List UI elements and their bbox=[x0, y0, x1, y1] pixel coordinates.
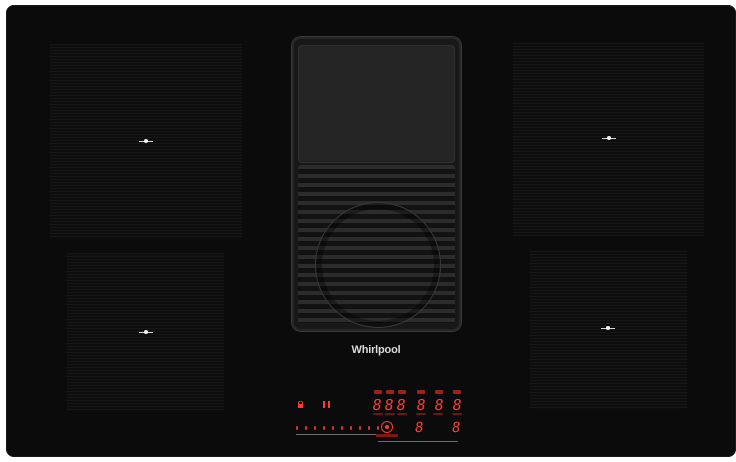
timer-indicator-dot bbox=[416, 413, 426, 415]
cooking-zone-front-right[interactable] bbox=[530, 251, 687, 409]
power-level-display[interactable]: 8 bbox=[451, 396, 463, 414]
brand-logo: Whirlpool bbox=[351, 344, 401, 356]
timer-indicator-dot bbox=[385, 413, 395, 415]
zone-center-marker-icon bbox=[139, 330, 153, 334]
timer-indicator-dot bbox=[433, 413, 443, 415]
fan-button-icon[interactable] bbox=[382, 422, 392, 432]
extractor-grille-icon bbox=[298, 165, 455, 323]
zone-indicator-dot bbox=[398, 390, 406, 394]
slider-step[interactable] bbox=[323, 426, 325, 430]
slider-step[interactable] bbox=[368, 426, 370, 430]
touch-control-panel: 8 8 8 8 8 8 8 8 bbox=[290, 384, 470, 444]
slider-step[interactable] bbox=[305, 426, 307, 430]
hood-label-mark bbox=[376, 434, 398, 437]
slider-step[interactable] bbox=[332, 426, 334, 430]
vent-cover[interactable] bbox=[298, 45, 455, 163]
zone-indicator-dot bbox=[417, 390, 425, 394]
cooking-zone-rear-right[interactable] bbox=[513, 43, 704, 236]
slider-step[interactable] bbox=[350, 426, 352, 430]
timer-indicator-dot bbox=[397, 413, 407, 415]
slider-step[interactable] bbox=[341, 426, 343, 430]
zone-center-marker-icon bbox=[601, 326, 615, 330]
slider-track bbox=[296, 434, 384, 435]
slider-step[interactable] bbox=[359, 426, 361, 430]
power-level-display[interactable]: 8 bbox=[433, 396, 445, 414]
timer-indicator-dot bbox=[452, 413, 462, 415]
timer-indicator-dot bbox=[373, 413, 383, 415]
extractor-vent[interactable] bbox=[292, 37, 461, 331]
hood-level-display[interactable]: 8 bbox=[413, 420, 425, 436]
zone-indicator-dot bbox=[453, 390, 461, 394]
power-level-display[interactable]: 8 bbox=[415, 396, 427, 414]
slider-step[interactable] bbox=[314, 426, 316, 430]
power-level-display[interactable]: 8 bbox=[383, 396, 395, 414]
zone-center-marker-icon bbox=[602, 136, 616, 140]
power-level-display[interactable]: 8 bbox=[395, 396, 407, 414]
power-slider[interactable] bbox=[296, 426, 384, 435]
cooking-zone-rear-left[interactable] bbox=[50, 44, 242, 239]
fan-ring-icon bbox=[316, 203, 440, 327]
cooking-zone-front-left[interactable] bbox=[67, 253, 224, 411]
zone-indicator-dot bbox=[435, 390, 443, 394]
power-level-display[interactable]: 8 bbox=[371, 396, 383, 414]
pause-icon[interactable] bbox=[323, 401, 331, 408]
slider-step[interactable] bbox=[296, 426, 298, 430]
timer-display[interactable]: 8 bbox=[450, 420, 462, 436]
screenshot-stage: Whirlpool 8 8 8 8 8 8 8 8 bbox=[0, 0, 736, 462]
lock-icon[interactable] bbox=[297, 401, 304, 408]
slider-step[interactable] bbox=[377, 426, 379, 430]
zone-indicator-dot bbox=[386, 390, 394, 394]
divider-line bbox=[378, 441, 458, 442]
zone-center-marker-icon bbox=[139, 139, 153, 143]
zone-indicator-dot bbox=[374, 390, 382, 394]
